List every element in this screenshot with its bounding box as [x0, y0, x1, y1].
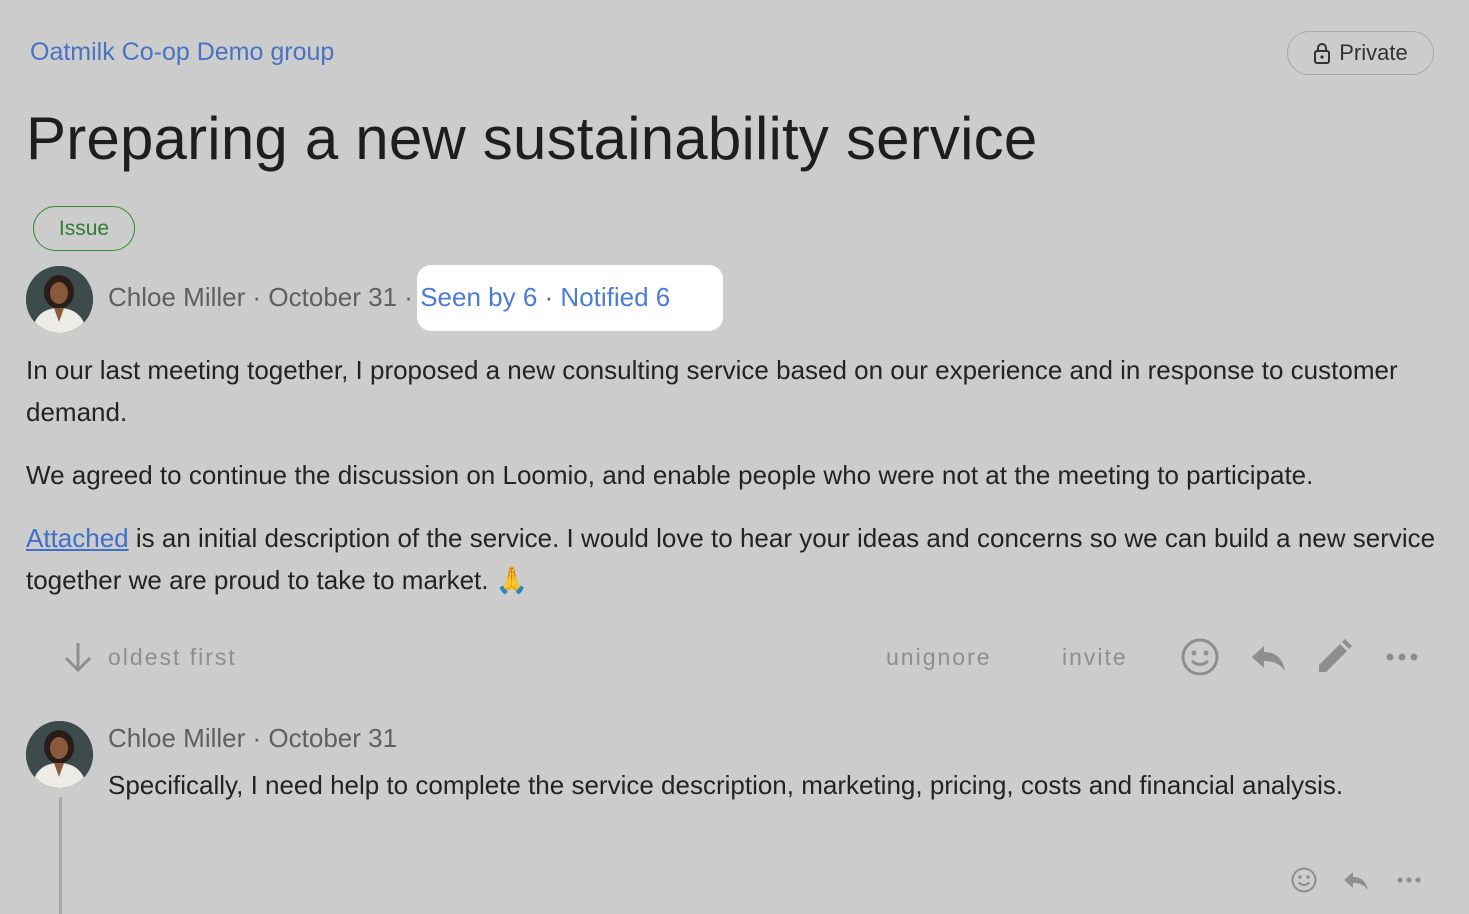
privacy-label: Private: [1339, 40, 1408, 65]
description-paragraph: Attached is an initial description of th…: [26, 517, 1436, 601]
description-paragraph: In our last meeting together, I proposed…: [26, 355, 1398, 427]
praying-hands-emoji: 🙏: [495, 565, 529, 595]
sort-toggle[interactable]: oldest first: [62, 640, 237, 674]
seen-by-link[interactable]: Seen by 6: [420, 282, 537, 312]
lock-icon: [1314, 43, 1331, 64]
comment-reply-icon[interactable]: [1342, 866, 1370, 894]
comment-emoji-reaction-icon[interactable]: [1290, 866, 1318, 894]
author-name[interactable]: Chloe Miller: [108, 282, 245, 312]
thread-line: [59, 797, 62, 914]
attached-link[interactable]: Attached: [26, 523, 129, 553]
description-paragraph: We agreed to continue the discussion on …: [26, 460, 1314, 490]
privacy-chip[interactable]: Private: [1287, 31, 1434, 75]
comment-text: Specifically, I need help to complete th…: [108, 770, 1344, 800]
discussion-title: Preparing a new sustainability service: [26, 105, 1038, 172]
paragraph-text: is an initial description of the service…: [26, 523, 1436, 595]
author-meta: Chloe Miller · October 31 · Seen by 6 · …: [108, 282, 670, 313]
tag-chip[interactable]: Issue: [33, 206, 135, 251]
reply-icon[interactable]: [1248, 637, 1288, 677]
invite-button[interactable]: invite: [1062, 644, 1128, 671]
comment-meta: Chloe Miller · October 31: [108, 723, 397, 754]
meta-separator: ·: [404, 282, 413, 312]
meta-separator: ·: [252, 723, 262, 753]
unignore-button[interactable]: unignore: [886, 644, 992, 671]
meta-separator: ·: [544, 282, 554, 312]
notified-link[interactable]: Notified 6: [560, 282, 670, 312]
more-options-icon[interactable]: [1382, 637, 1422, 677]
arrow-down-icon: [64, 643, 92, 673]
author-avatar[interactable]: [26, 266, 93, 333]
emoji-reaction-icon[interactable]: [1180, 637, 1220, 677]
discussion-actions: oldest first unignore invite: [26, 630, 1436, 685]
meta-separator: ·: [252, 282, 262, 312]
edit-icon[interactable]: [1314, 637, 1354, 677]
comment-more-options-icon[interactable]: [1395, 866, 1423, 894]
comment-date[interactable]: October 31: [268, 723, 397, 753]
group-link[interactable]: Oatmilk Co-op Demo group: [30, 38, 334, 67]
comment-author-name[interactable]: Chloe Miller: [108, 723, 245, 753]
sort-label: oldest first: [108, 643, 237, 670]
post-date[interactable]: October 31: [268, 282, 397, 312]
comment-author-avatar[interactable]: [26, 721, 93, 788]
